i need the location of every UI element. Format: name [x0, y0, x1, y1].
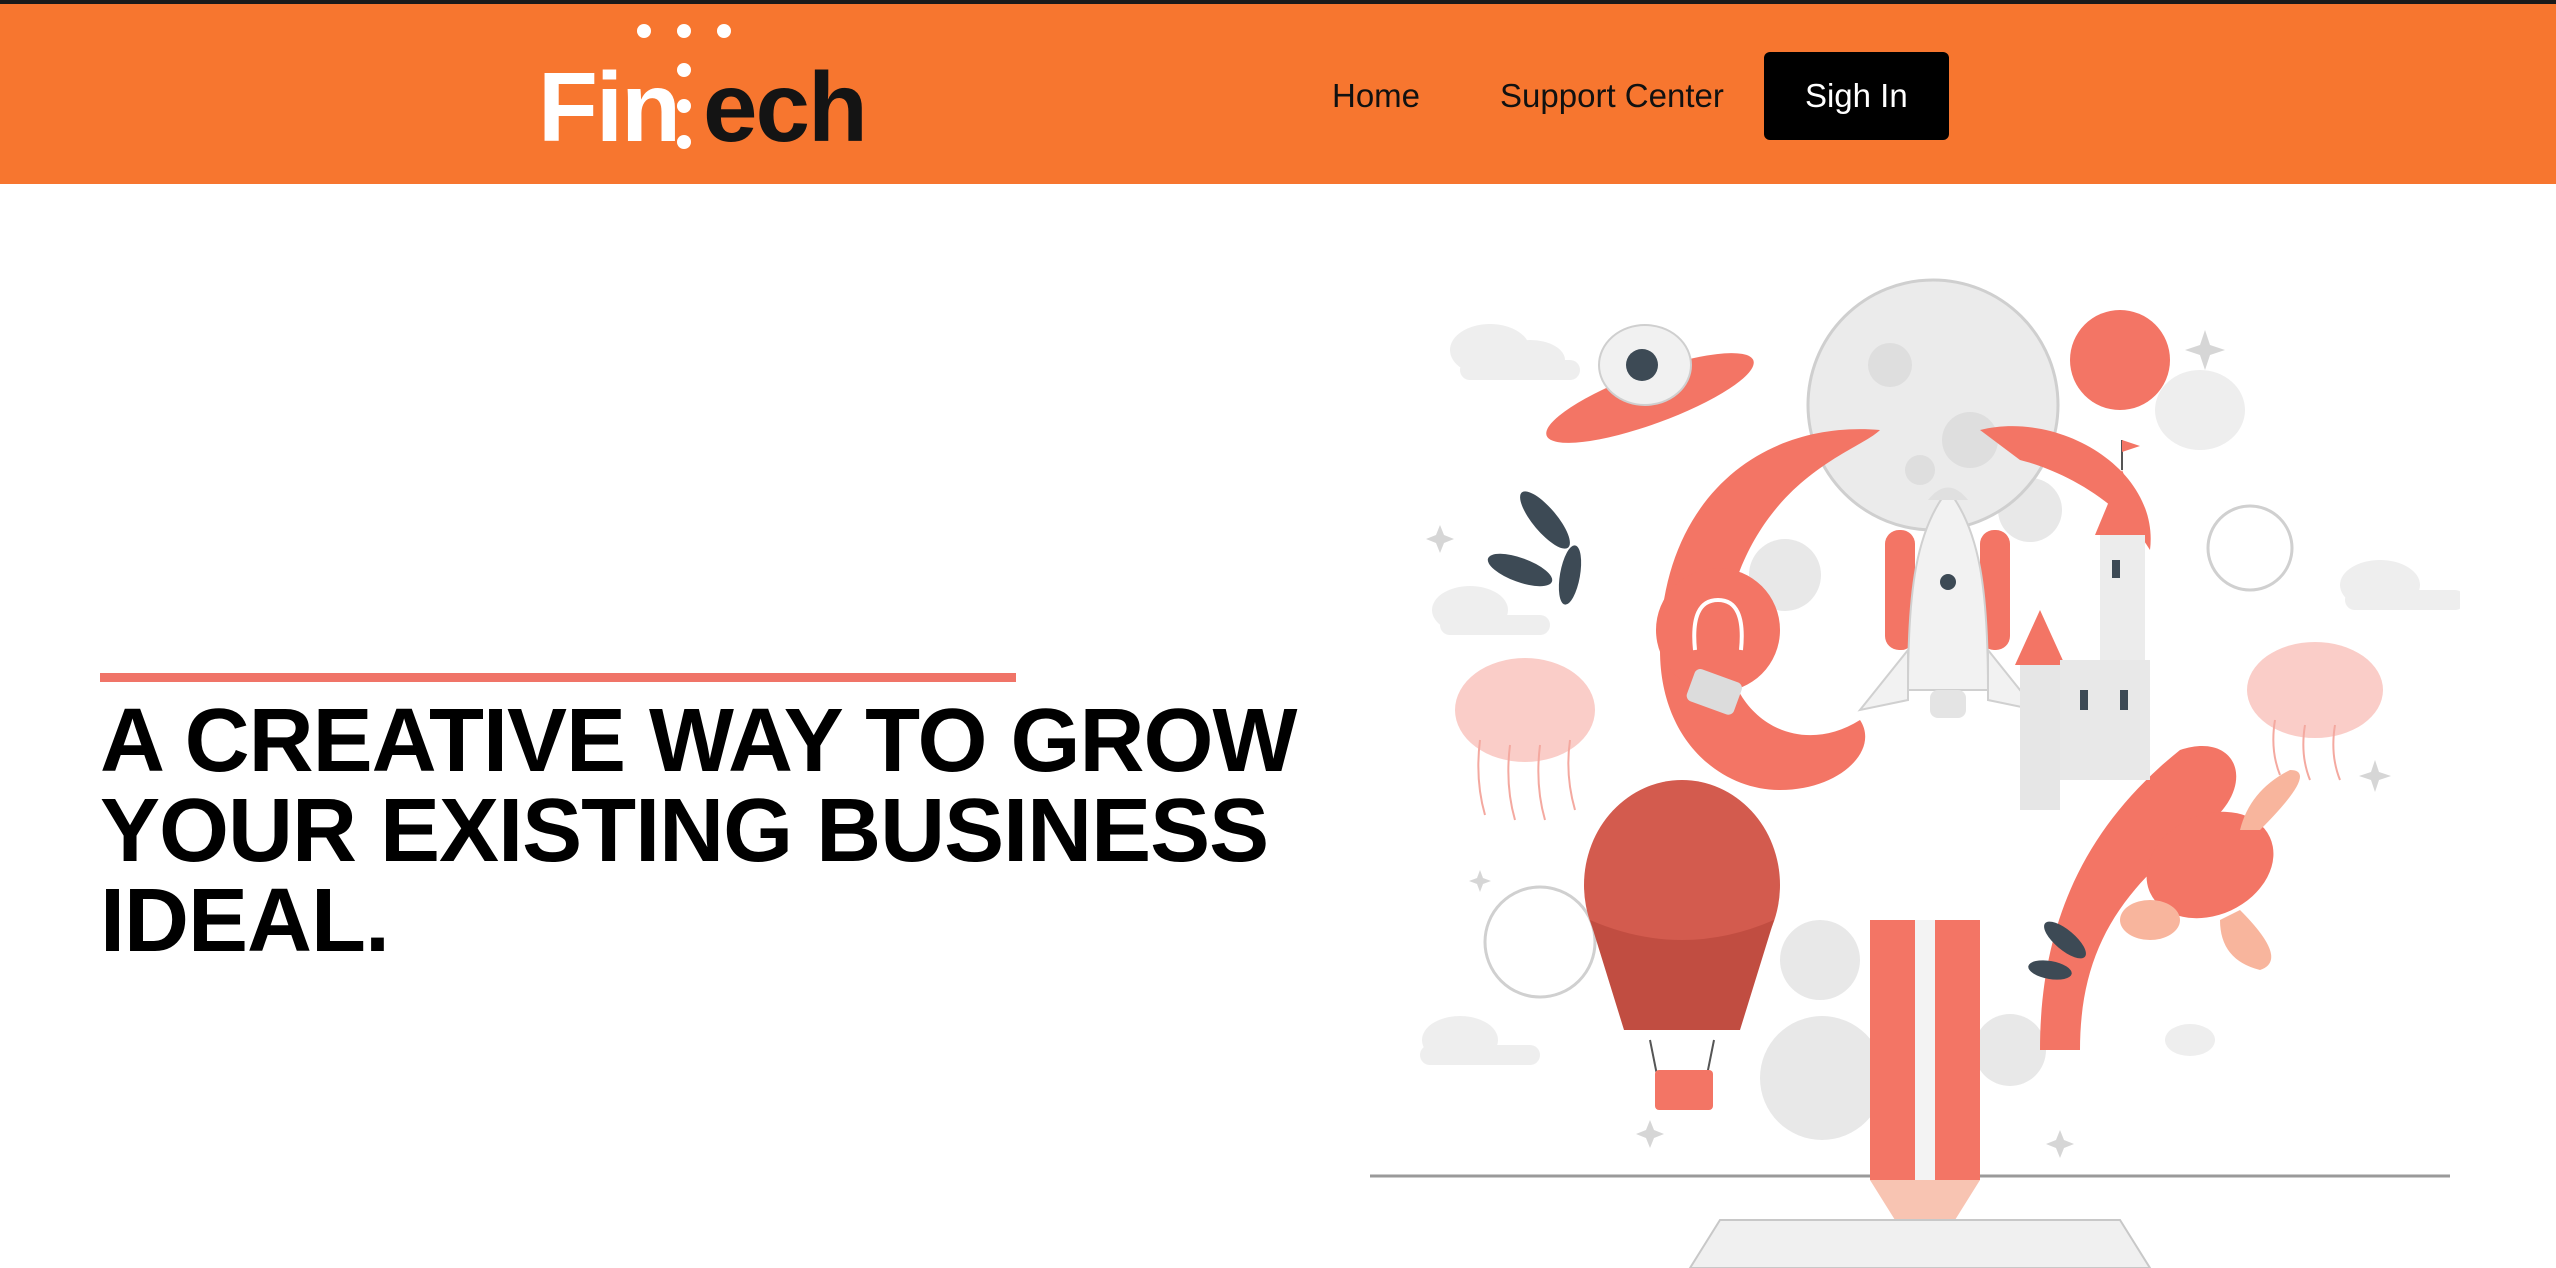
- sign-in-button[interactable]: Sigh In: [1763, 52, 1949, 140]
- navbar: Fin ech Home Support Center Sigh In: [0, 4, 2556, 184]
- hero-headline: A CREATIVE WAY TO GROW YOUR EXISTING BUS…: [100, 691, 1297, 971]
- headline-accent-bar: [100, 673, 1016, 682]
- logo-text-ech: ech: [702, 52, 868, 162]
- nav-support-center-link[interactable]: Support Center: [1500, 77, 1724, 115]
- logo-wordmark: Fin ech: [538, 58, 868, 156]
- brand-logo[interactable]: Fin ech: [538, 18, 878, 158]
- creative-space-pencil-illustration-icon: [1370, 278, 2460, 1268]
- nav-home-link[interactable]: Home: [1332, 77, 1420, 115]
- logo-text-fin: Fin: [538, 52, 681, 162]
- main-nav: Home Support Center Sigh In: [1332, 50, 1949, 142]
